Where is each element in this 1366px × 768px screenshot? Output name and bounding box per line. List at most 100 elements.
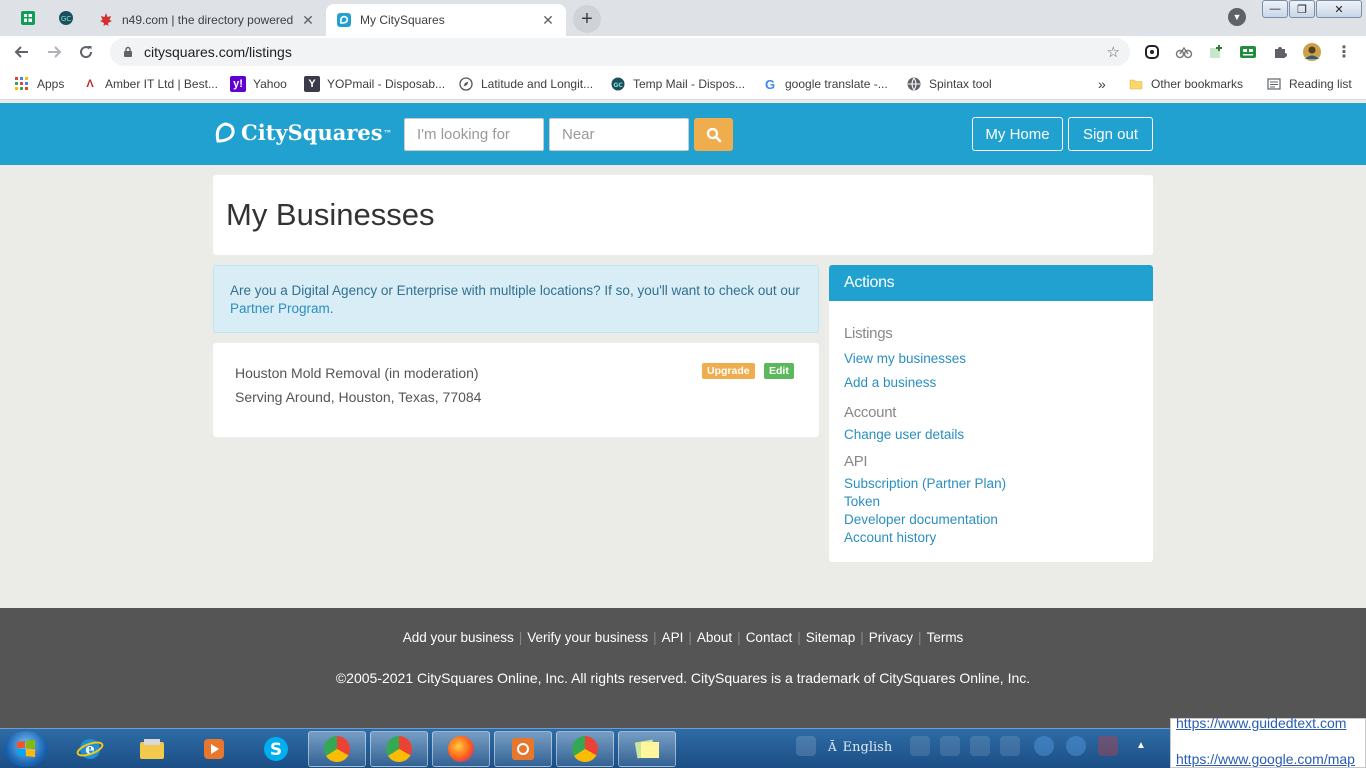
tray-icon[interactable]: [970, 736, 990, 756]
tray-close-icon[interactable]: [1098, 736, 1118, 756]
globe-icon: [906, 76, 922, 92]
footer-link-verify-business[interactable]: Verify your business: [527, 630, 648, 645]
folder-icon: [140, 739, 164, 759]
footer-link-api[interactable]: API: [662, 630, 684, 645]
new-tab-button[interactable]: +: [573, 5, 601, 33]
yopmail-icon: Y: [304, 76, 320, 92]
windows-logo-icon: [17, 740, 35, 757]
puzzle-icon[interactable]: [1270, 42, 1290, 62]
upgrade-button[interactable]: Upgrade: [702, 363, 755, 379]
extension-icon[interactable]: [1206, 42, 1226, 62]
token-link[interactable]: Token: [844, 494, 880, 509]
upgrade-label: Upgrade: [707, 365, 750, 377]
taskbar-ie[interactable]: e: [62, 731, 118, 767]
taskbar-firefox[interactable]: [432, 731, 490, 767]
taskbar-media-player[interactable]: [186, 731, 242, 767]
compass-icon: [458, 76, 474, 92]
actions-panel: Actions Listings View my businesses Add …: [829, 265, 1153, 562]
other-bookmarks[interactable]: Other bookmarks: [1128, 75, 1243, 93]
taskbar-explorer[interactable]: [124, 731, 180, 767]
maximize-button[interactable]: ❐: [1289, 0, 1315, 18]
tooltip-url-2[interactable]: https://www.google.com/map: [1176, 751, 1355, 767]
close-window-button[interactable]: ✕: [1316, 0, 1362, 18]
add-business-link[interactable]: Add a business: [844, 375, 936, 390]
url-text: citysquares.com/listings: [144, 44, 292, 60]
bookmark-apps[interactable]: Apps: [14, 75, 64, 93]
chevron-right-icon: »: [1098, 76, 1106, 92]
bookmark-spintax[interactable]: Spintax tool: [906, 75, 992, 93]
windows-taskbar: e S Ā English ▲: [0, 728, 1366, 768]
minimize-button[interactable]: —: [1262, 0, 1288, 18]
tray-icon[interactable]: [910, 736, 930, 756]
bookmark-label: Amber IT Ltd | Best...: [105, 77, 218, 91]
help-icon[interactable]: [1066, 736, 1086, 756]
edit-button[interactable]: Edit: [764, 363, 794, 379]
footer-link-privacy[interactable]: Privacy: [869, 630, 913, 645]
footer-link-about[interactable]: About: [697, 630, 732, 645]
view-my-businesses-link[interactable]: View my businesses: [844, 351, 966, 366]
bookmark-tempmail[interactable]: GC Temp Mail - Dispos...: [610, 75, 745, 93]
bookmark-amber[interactable]: Λ Amber IT Ltd | Best...: [82, 75, 218, 93]
menu-dots-icon[interactable]: ⋮: [1334, 42, 1354, 62]
tray-search-icon[interactable]: [796, 736, 816, 756]
forward-arrow-icon[interactable]: [42, 40, 66, 64]
extension-icon[interactable]: [1174, 42, 1194, 62]
close-icon[interactable]: ✕: [540, 12, 556, 29]
bookmark-latitude[interactable]: Latitude and Longit...: [458, 75, 593, 93]
developer-documentation-link[interactable]: Developer documentation: [844, 512, 998, 527]
tab-search-icon[interactable]: ▼: [1228, 8, 1246, 26]
pinned-tab-extension[interactable]: GC: [48, 4, 84, 32]
tab-my-citysquares[interactable]: My CitySquares ✕: [326, 4, 566, 36]
tray-icon[interactable]: [940, 736, 960, 756]
my-home-button[interactable]: My Home: [972, 117, 1063, 151]
footer-link-add-business[interactable]: Add your business: [403, 630, 514, 645]
bookmark-yopmail[interactable]: Y YOPmail - Disposab...: [304, 75, 445, 93]
pinned-tab-sheets[interactable]: [10, 4, 46, 32]
page-title: My Businesses: [226, 197, 435, 232]
chrome-icon: [386, 736, 412, 762]
taskbar-chrome-1[interactable]: [308, 731, 366, 767]
start-button[interactable]: [4, 731, 48, 767]
near-input[interactable]: [549, 118, 689, 151]
search-input[interactable]: [404, 118, 544, 151]
footer-link-contact[interactable]: Contact: [746, 630, 793, 645]
footer-links: Add your business | Verify your business | A…: [402, 630, 964, 645]
search-button[interactable]: [694, 118, 733, 151]
bookmark-google-translate[interactable]: G google translate -...: [762, 75, 888, 93]
alert-text: Are you a Digital Agency or Enterprise w…: [230, 283, 800, 298]
bookmark-label: Yahoo: [253, 77, 287, 91]
taskbar-screenshot-tool[interactable]: [494, 731, 552, 767]
bookmark-label: Latitude and Longit...: [481, 77, 594, 91]
taskbar-chrome-2[interactable]: [370, 731, 428, 767]
bookmark-star-icon[interactable]: ☆: [1107, 43, 1120, 61]
reading-list[interactable]: Reading list: [1266, 75, 1352, 93]
taskbar-chrome-3[interactable]: [556, 731, 614, 767]
language-bar[interactable]: Ā English: [828, 734, 892, 760]
extension-icon[interactable]: [1142, 42, 1162, 62]
taskbar-sticky-notes[interactable]: [618, 731, 676, 767]
change-user-details-link[interactable]: Change user details: [844, 427, 964, 442]
tray-icon[interactable]: [1000, 736, 1020, 756]
tooltip-url-1[interactable]: https://www.guidedtext.com: [1176, 715, 1346, 731]
taskbar-skype[interactable]: S: [248, 731, 304, 767]
citysquares-logo[interactable]: CitySquares ™: [214, 120, 392, 145]
reload-icon[interactable]: [74, 40, 98, 64]
bookmarks-overflow-button[interactable]: »: [1098, 75, 1106, 93]
bookmark-yahoo[interactable]: y! Yahoo: [230, 75, 287, 93]
tray-arrow-icon[interactable]: ▲: [1134, 736, 1148, 756]
close-icon[interactable]: ✕: [300, 12, 316, 29]
tray-icon[interactable]: [1034, 736, 1054, 756]
footer-link-sitemap[interactable]: Sitemap: [806, 630, 856, 645]
bookmark-label: Apps: [37, 77, 65, 91]
google-icon: G: [764, 76, 776, 92]
back-arrow-icon[interactable]: [10, 40, 34, 64]
address-bar[interactable]: citysquares.com/listings ☆: [110, 38, 1130, 66]
partner-program-link[interactable]: Partner Program: [230, 301, 330, 316]
tab-n49[interactable]: n49.com | the directory powered ✕: [88, 4, 326, 36]
extension-icon[interactable]: [1238, 42, 1258, 62]
sign-out-button[interactable]: Sign out: [1068, 117, 1153, 151]
subscription-link[interactable]: Subscription (Partner Plan): [844, 476, 1006, 491]
avatar[interactable]: [1302, 42, 1322, 62]
account-history-link[interactable]: Account history: [844, 530, 936, 545]
footer-link-terms[interactable]: Terms: [927, 630, 964, 645]
